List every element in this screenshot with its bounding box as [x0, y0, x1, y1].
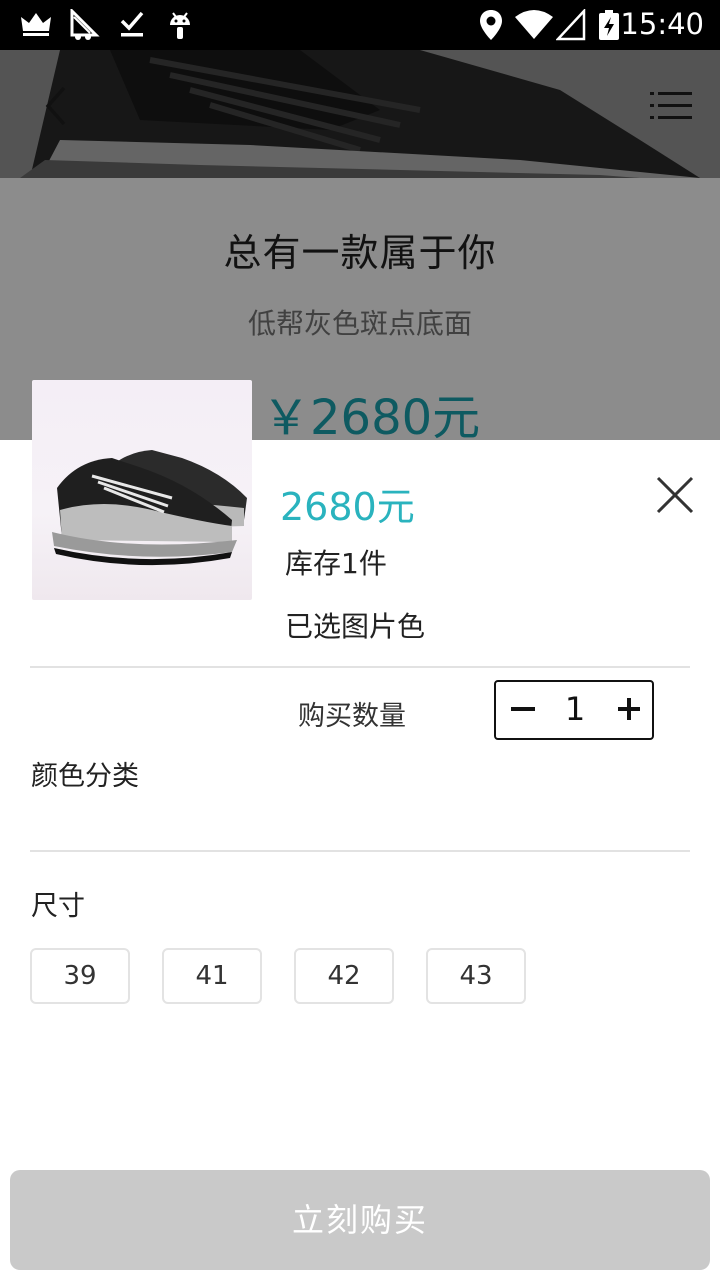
- shoe-thumbnail-image: [52, 450, 247, 566]
- location-icon: [480, 10, 502, 40]
- status-bar: 15:40: [0, 0, 720, 50]
- divider: [30, 666, 690, 668]
- plus-icon[interactable]: [614, 694, 644, 724]
- size-option-41[interactable]: 41: [162, 948, 262, 1004]
- sheet-price: 2680元: [280, 485, 415, 529]
- back-arrow-icon[interactable]: [36, 86, 76, 126]
- color-category-label: 颜色分类: [31, 761, 139, 792]
- size-label: 尺寸: [31, 891, 85, 922]
- size-option-42[interactable]: 42: [294, 948, 394, 1004]
- quantity-value[interactable]: 1: [548, 690, 602, 728]
- quantity-stepper: 1: [494, 680, 654, 740]
- sailboat-icon: [70, 9, 100, 40]
- divider: [30, 850, 690, 852]
- size-option-39[interactable]: 39: [30, 948, 130, 1004]
- size-option-43[interactable]: 43: [426, 948, 526, 1004]
- minus-icon[interactable]: [508, 694, 538, 724]
- product-thumbnail: [32, 380, 252, 600]
- stock-text: 库存1件: [285, 547, 387, 580]
- menu-icon[interactable]: [650, 88, 694, 124]
- status-time: 15:40: [620, 7, 704, 41]
- wifi-icon: [515, 10, 553, 39]
- battery-charging-icon: [599, 10, 619, 40]
- close-icon[interactable]: [654, 474, 696, 516]
- selected-variant-text: 已选图片色: [285, 610, 426, 643]
- android-icon: [170, 12, 190, 39]
- download-done-icon: [120, 11, 144, 37]
- buy-now-button[interactable]: 立刻购买: [10, 1170, 710, 1270]
- crown-icon: [21, 13, 51, 36]
- signal-icon: [556, 9, 586, 41]
- quantity-label: 购买数量: [298, 701, 406, 732]
